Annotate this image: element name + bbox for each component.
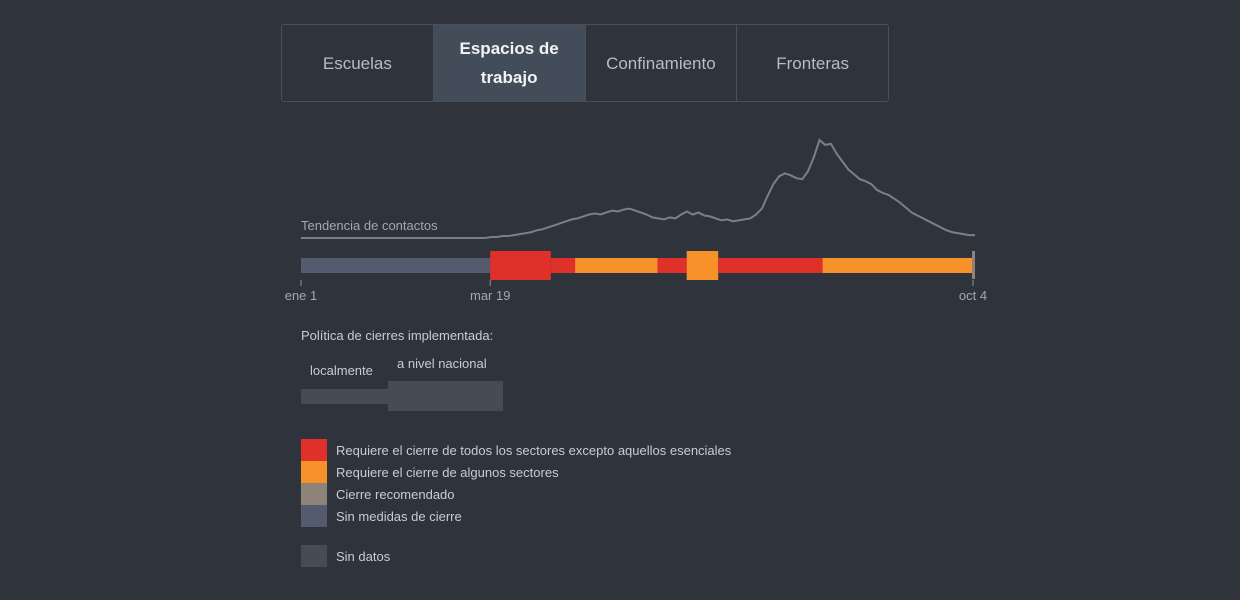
legend: Requiere el cierre de todos los sectores… <box>301 439 731 527</box>
timeline-segment-4 <box>657 258 687 273</box>
legend-label: Cierre recomendado <box>336 486 455 502</box>
timeline-segment-1 <box>490 251 551 280</box>
legend-label: Requiere el cierre de algunos sectores <box>336 464 559 480</box>
legend-swatch <box>301 461 327 483</box>
scope-national-bar <box>388 381 503 411</box>
tick-label-0: ene 1 <box>285 288 318 303</box>
timeline-segment-8 <box>972 251 975 279</box>
policy-bar-layer <box>301 251 975 280</box>
scope-local-bar <box>301 389 388 404</box>
legend-item-partial-closure: Requiere el cierre de algunos sectores <box>301 461 731 483</box>
legend-label: Sin datos <box>336 548 391 564</box>
legend-item-no-measures: Sin medidas de cierre <box>301 505 731 527</box>
legend-item-recommended: Cierre recomendado <box>301 483 731 505</box>
timeline-segment-0 <box>301 258 491 273</box>
timeline-segment-3 <box>575 258 658 273</box>
legend-swatch <box>301 505 327 527</box>
tick-layer: ene 1 mar 19 oct 4 <box>285 280 987 303</box>
policy-title: Política de cierres implementada: <box>301 328 494 343</box>
legend-label: Requiere el cierre de todos los sectores… <box>336 442 732 458</box>
trend-label: Tendencia de contactos <box>301 218 438 233</box>
timeline-segment-5 <box>686 251 719 280</box>
scope-local-label: localmente <box>310 363 373 378</box>
tick-label-1: mar 19 <box>470 288 510 303</box>
legend-swatch <box>301 545 327 567</box>
legend-swatch <box>301 439 327 461</box>
timeline-segment-6 <box>718 258 823 273</box>
legend-item-no-data: Sin datos <box>301 545 390 567</box>
timeline-segment-7 <box>822 258 973 273</box>
scope-national-label: a nivel nacional <box>397 356 487 371</box>
tick-label-2: oct 4 <box>959 288 987 303</box>
legend-swatch <box>301 483 327 505</box>
legend-item-full-closure: Requiere el cierre de todos los sectores… <box>301 439 731 461</box>
policy-timeline-chart: Tendencia de contactos ene 1 mar 19 oct 4 <box>285 138 987 303</box>
timeline-segment-2 <box>550 258 576 273</box>
legend-label: Sin medidas de cierre <box>336 508 462 524</box>
